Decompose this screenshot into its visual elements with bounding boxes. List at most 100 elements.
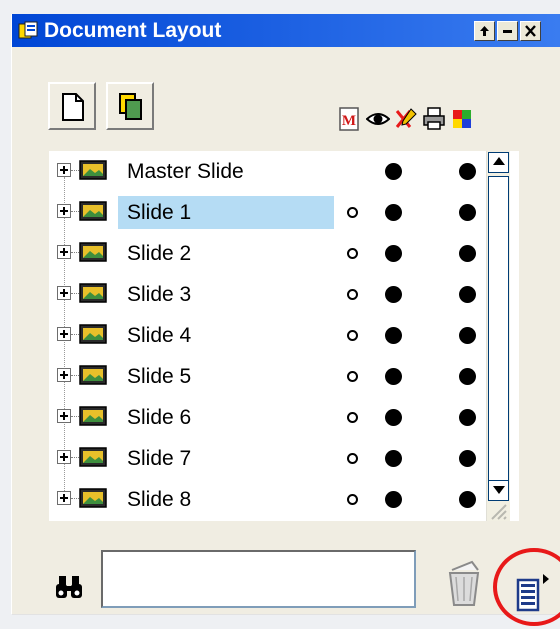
- slide-thumbnail-icon: [79, 406, 107, 426]
- color-palette-icon: [453, 110, 471, 128]
- tree-row-label[interactable]: Slide 1: [118, 196, 334, 229]
- status-open-circle[interactable]: [347, 412, 358, 423]
- visibility-dot[interactable]: [385, 204, 402, 221]
- tree-row[interactable]: Slide 3: [49, 274, 511, 315]
- blank-page-icon: [62, 93, 84, 121]
- visibility-dot[interactable]: [385, 163, 402, 180]
- document-layout-window: Document Layout M Master Slide Slide 1 S…: [12, 14, 560, 626]
- status-open-circle[interactable]: [347, 330, 358, 341]
- visibility-dot[interactable]: [385, 491, 402, 508]
- tree-row[interactable]: Slide 1: [49, 192, 511, 233]
- lock-dot[interactable]: [459, 163, 476, 180]
- tree-row-label[interactable]: Slide 2: [118, 237, 200, 270]
- slide-thumbnail-icon: [79, 488, 107, 508]
- expand-toggle[interactable]: [57, 450, 71, 464]
- title-bar[interactable]: Document Layout: [12, 14, 560, 47]
- slide-thumbnail-icon: [79, 283, 107, 303]
- tree-row[interactable]: Slide 6: [49, 397, 511, 438]
- scroll-up-button[interactable]: [488, 152, 509, 173]
- tree-row-label[interactable]: Slide 5: [118, 360, 200, 393]
- expand-toggle[interactable]: [57, 163, 71, 177]
- panel-menu-icon[interactable]: [512, 572, 554, 614]
- visibility-dot[interactable]: [385, 450, 402, 467]
- tree-connector: [71, 416, 79, 417]
- binoculars-icon: [56, 576, 82, 598]
- tree-connector: [71, 498, 79, 499]
- printer-icon: [423, 107, 445, 130]
- status-open-circle[interactable]: [347, 371, 358, 382]
- svg-text:M: M: [342, 113, 356, 129]
- status-open-circle[interactable]: [347, 289, 358, 300]
- expand-toggle[interactable]: [57, 327, 71, 341]
- tree-connector: [71, 211, 79, 212]
- tree-row[interactable]: Slide 5: [49, 356, 511, 397]
- visibility-dot[interactable]: [385, 286, 402, 303]
- minimize-icon: [503, 30, 512, 33]
- expand-toggle[interactable]: [57, 204, 71, 218]
- window-title: Document Layout: [44, 19, 222, 42]
- expand-toggle[interactable]: [57, 368, 71, 382]
- slide-thumbnail-icon: [79, 447, 107, 467]
- slide-thumbnail-icon: [79, 365, 107, 385]
- slide-thumbnail-icon: [79, 160, 107, 180]
- tree-connector: [71, 457, 79, 458]
- document-layout-icon: [18, 21, 38, 39]
- pin-icon: [480, 26, 489, 36]
- close-icon: [525, 25, 536, 37]
- tree-row-label[interactable]: Slide 8: [118, 483, 200, 516]
- slide-thumbnail-icon: [79, 201, 107, 221]
- visibility-dot[interactable]: [385, 245, 402, 262]
- status-open-circle[interactable]: [347, 453, 358, 464]
- pin-button[interactable]: [474, 21, 495, 41]
- visibility-dot[interactable]: [385, 368, 402, 385]
- slide-tree[interactable]: Master Slide Slide 1 Slide 2 Slide 3 Slide 4…: [49, 151, 519, 521]
- tree-row[interactable]: Slide 7: [49, 438, 511, 479]
- lock-dot[interactable]: [459, 204, 476, 221]
- tree-row[interactable]: Slide 4: [49, 315, 511, 356]
- close-button[interactable]: [520, 21, 541, 41]
- visibility-dot[interactable]: [385, 327, 402, 344]
- expand-toggle[interactable]: [57, 245, 71, 259]
- lock-dot[interactable]: [459, 286, 476, 303]
- pdf-icon: M: [339, 107, 359, 131]
- lock-dot[interactable]: [459, 491, 476, 508]
- expand-toggle[interactable]: [57, 286, 71, 300]
- status-open-circle[interactable]: [347, 494, 358, 505]
- duplicate-slide-button[interactable]: [106, 82, 154, 130]
- tree-connector: [71, 334, 79, 335]
- slide-thumbnail-icon: [79, 242, 107, 262]
- lock-dot[interactable]: [459, 368, 476, 385]
- tree-row-label[interactable]: Slide 3: [118, 278, 200, 311]
- slide-thumbnail-icon: [79, 324, 107, 344]
- scroll-thumb[interactable]: [488, 176, 509, 486]
- tree-connector: [71, 252, 79, 253]
- tree-connector: [71, 375, 79, 376]
- tree-connector: [71, 170, 79, 171]
- tree-connector: [71, 293, 79, 294]
- tree-row-label[interactable]: Slide 4: [118, 319, 200, 352]
- expand-toggle[interactable]: [57, 409, 71, 423]
- lock-dot[interactable]: [459, 327, 476, 344]
- tree-row[interactable]: Slide 8: [49, 479, 511, 520]
- trash-icon[interactable]: [444, 559, 484, 609]
- status-open-circle[interactable]: [347, 248, 358, 259]
- resize-grip-icon[interactable]: [486, 499, 508, 521]
- duplicate-pages-icon: [119, 93, 142, 120]
- lock-dot[interactable]: [459, 450, 476, 467]
- status-open-circle[interactable]: [347, 207, 358, 218]
- visibility-dot[interactable]: [385, 409, 402, 426]
- find-input[interactable]: [101, 550, 416, 608]
- minimize-button[interactable]: [497, 21, 518, 41]
- expand-toggle[interactable]: [57, 491, 71, 505]
- tree-row-label[interactable]: Slide 7: [118, 442, 200, 475]
- lock-dot[interactable]: [459, 409, 476, 426]
- eye-icon: [366, 113, 390, 125]
- tree-row[interactable]: Master Slide: [49, 151, 511, 192]
- new-slide-button[interactable]: [48, 82, 96, 130]
- scroll-down-button[interactable]: [488, 480, 509, 501]
- vertical-scrollbar[interactable]: [486, 151, 510, 521]
- tree-row-label[interactable]: Master Slide: [118, 155, 253, 188]
- tree-row[interactable]: Slide 2: [49, 233, 511, 274]
- tree-row-label[interactable]: Slide 6: [118, 401, 200, 434]
- lock-dot[interactable]: [459, 245, 476, 262]
